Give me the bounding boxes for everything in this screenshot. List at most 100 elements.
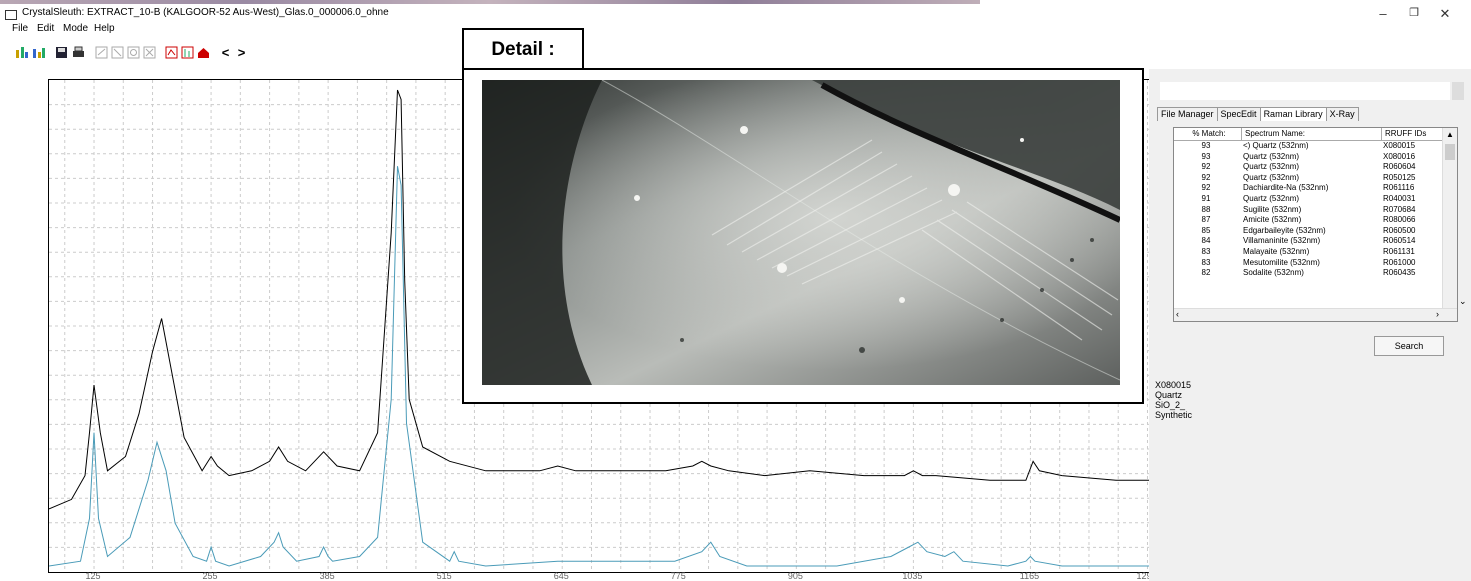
tab-x-ray[interactable]: X-Ray	[1325, 107, 1359, 121]
tab-file-manager[interactable]: File Manager	[1157, 107, 1218, 121]
list-item[interactable]: 83 Malayaite (532nm) R061131	[1174, 247, 1457, 258]
column-match[interactable]: % Match:	[1174, 128, 1242, 140]
row-spectrum-name: Amicite (532nm)	[1243, 215, 1302, 225]
row-rruff-id: R061000	[1383, 257, 1416, 267]
spectrum-info: X080015 Quartz SiO_2_ Synthetic	[1155, 380, 1192, 420]
list-item[interactable]: 87 Amicite (532nm) R080066	[1174, 215, 1457, 226]
row-spectrum-name: Dachiardite-Na (532nm)	[1243, 183, 1329, 193]
scale-icon[interactable]	[126, 44, 141, 60]
row-rruff-id: R061116	[1383, 183, 1415, 193]
x-tick-label: 385	[319, 571, 335, 581]
window-title: CrystalSleuth: EXTRACT_10-B (KALGOOR-52 …	[22, 7, 389, 18]
row-match: 93	[1201, 141, 1211, 150]
edit-icon[interactable]	[94, 44, 109, 60]
chart-icon[interactable]	[14, 44, 29, 60]
chevron-down-icon[interactable]: ⌄	[1459, 296, 1467, 307]
row-match: 93	[1201, 151, 1211, 161]
row-rruff-id: R060604	[1383, 162, 1416, 172]
row-match: 84	[1201, 236, 1211, 246]
row-match: 83	[1201, 246, 1211, 256]
app-icon	[5, 10, 17, 20]
panel-scroll-stub[interactable]	[1452, 82, 1464, 100]
row-spectrum-name: Sugilite (532nm)	[1243, 204, 1302, 214]
row-spectrum-name: Quartz (532nm)	[1243, 162, 1300, 172]
scroll-thumb[interactable]	[1445, 144, 1455, 160]
row-spectrum-name: Sodalite (532nm)	[1243, 268, 1304, 278]
list-item[interactable]: 92 Dachiardite-Na (532nm) R061116	[1174, 183, 1457, 194]
scroll-up-icon[interactable]: ▲	[1446, 130, 1454, 139]
detail-photo	[482, 80, 1120, 385]
restore-icon[interactable]: ❐	[1404, 7, 1424, 20]
row-spectrum-name: Quartz (532nm)	[1243, 193, 1300, 203]
scroll-left-icon[interactable]: ‹	[1176, 309, 1179, 319]
x-tick-label: 515	[436, 571, 452, 581]
row-match: 87	[1201, 215, 1211, 225]
menu-file[interactable]: File	[12, 23, 28, 34]
column-spectrum-name[interactable]: Spectrum Name:	[1242, 128, 1382, 140]
row-rruff-id: R040031	[1383, 193, 1416, 203]
info-rruff-id: X080015	[1155, 380, 1192, 390]
list-item[interactable]: 93 <) Quartz (532nm) X080015	[1174, 141, 1457, 152]
x-tick-label: 125	[85, 571, 101, 581]
column-rruff-id[interactable]: RRUFF IDs	[1382, 128, 1446, 140]
prev-arrow-icon[interactable]: <	[218, 44, 233, 60]
list-item[interactable]: 88 Sugilite (532nm) R070684	[1174, 205, 1457, 216]
row-rruff-id: R080066	[1383, 215, 1416, 225]
title-bar: CrystalSleuth: EXTRACT_10-B (KALGOOR-52 …	[0, 4, 1471, 20]
x-tick-label: 645	[553, 571, 569, 581]
tab-raman-library[interactable]: Raman Library	[1259, 107, 1327, 121]
list-item[interactable]: 85 Edgarbaileyite (532nm) R060500	[1174, 226, 1457, 237]
row-match: 82	[1201, 268, 1211, 278]
x-tick-label: 255	[202, 571, 218, 581]
next-arrow-icon[interactable]: >	[234, 44, 249, 60]
search-button[interactable]: Search	[1374, 336, 1444, 356]
panel-input[interactable]	[1160, 82, 1450, 100]
list-item[interactable]: 93 Quartz (532nm) X080016	[1174, 152, 1457, 163]
row-rruff-id: R061131	[1383, 246, 1415, 256]
save-icon[interactable]	[54, 44, 69, 60]
pick-icon[interactable]	[110, 44, 125, 60]
row-spectrum-name: Villamaninite (532nm)	[1243, 236, 1321, 246]
row-match: 92	[1201, 162, 1211, 172]
row-spectrum-name: Mesutomilite (532nm)	[1243, 257, 1320, 267]
cut-icon[interactable]	[142, 44, 157, 60]
x-tick-label: 905	[787, 571, 803, 581]
row-rruff-id: R060435	[1383, 268, 1416, 278]
row-rruff-id: R060500	[1383, 225, 1416, 235]
list-horizontal-scrollbar[interactable]: ‹ ›	[1174, 308, 1457, 321]
info-origin: Synthetic	[1155, 410, 1193, 420]
list-item[interactable]: 92 Quartz (532nm) R060604	[1174, 162, 1457, 173]
tab-specedit[interactable]: SpecEdit	[1216, 107, 1261, 121]
list-vertical-scrollbar[interactable]: ▲	[1442, 128, 1457, 309]
list-item[interactable]: 84 Villamaninite (532nm) R060514	[1174, 236, 1457, 247]
row-match: 83	[1201, 257, 1211, 267]
minimize-icon[interactable]: –	[1373, 7, 1393, 20]
list-item[interactable]: 83 Mesutomilite (532nm) R061000	[1174, 258, 1457, 269]
row-rruff-id: X080016	[1383, 151, 1416, 161]
list-item[interactable]: 91 Quartz (532nm) R040031	[1174, 194, 1457, 205]
detail-label: Detail :	[462, 28, 584, 70]
home-icon[interactable]	[196, 44, 211, 60]
row-spectrum-name: Malayaite (532nm)	[1243, 246, 1310, 256]
x-tick-label: 1035	[902, 571, 923, 581]
menu-mode[interactable]: Mode	[63, 23, 88, 34]
chart-alt-icon[interactable]	[31, 44, 46, 60]
close-icon[interactable]: ✕	[1435, 7, 1455, 20]
list-item[interactable]: 82 Sodalite (532nm) R060435	[1174, 268, 1457, 279]
list-item[interactable]: 92 Quartz (532nm) R050125	[1174, 173, 1457, 184]
print-icon[interactable]	[71, 44, 86, 60]
x-tick-label: 775	[670, 571, 686, 581]
import-icon[interactable]	[164, 44, 179, 60]
row-match: 91	[1201, 193, 1211, 203]
menu-edit[interactable]: Edit	[37, 23, 54, 34]
row-rruff-id: X080015	[1383, 141, 1416, 150]
info-mineral-name: Quartz	[1155, 390, 1183, 400]
row-rruff-id: R050125	[1383, 172, 1416, 182]
peaks-icon[interactable]	[180, 44, 195, 60]
raman-library-list[interactable]: % Match: Spectrum Name: RRUFF IDs 93 <) Q…	[1173, 127, 1458, 322]
scroll-right-icon[interactable]: ›	[1436, 309, 1439, 319]
list-header: % Match: Spectrum Name: RRUFF IDs	[1174, 128, 1457, 141]
row-rruff-id: R070684	[1383, 204, 1416, 214]
menu-help[interactable]: Help	[94, 23, 115, 34]
row-match: 88	[1201, 204, 1211, 214]
